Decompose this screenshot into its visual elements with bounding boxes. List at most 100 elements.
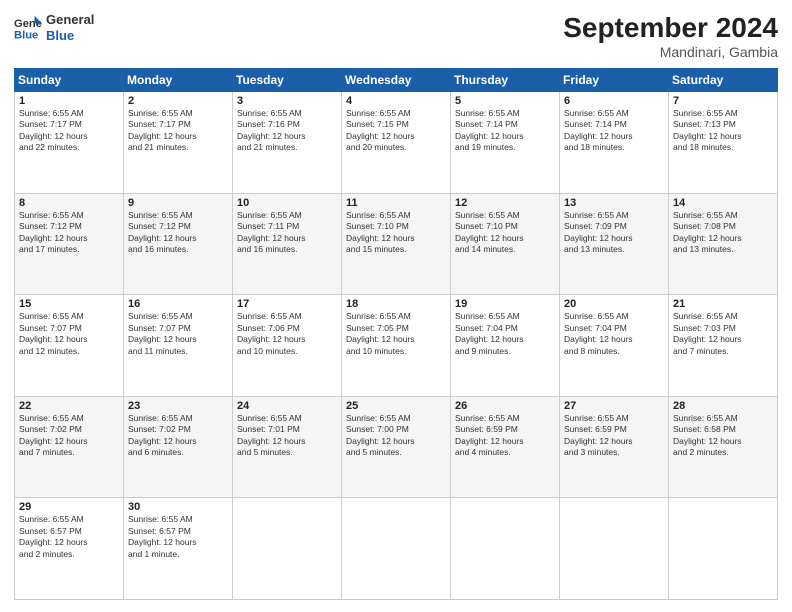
page: General Blue General Blue September 2024… [0,0,792,612]
calendar-cell [451,498,560,600]
calendar-cell: 29Sunrise: 6:55 AM Sunset: 6:57 PM Dayli… [15,498,124,600]
day-info: Sunrise: 6:55 AM Sunset: 6:57 PM Dayligh… [19,514,119,560]
day-info: Sunrise: 6:55 AM Sunset: 7:15 PM Dayligh… [346,108,446,154]
day-info: Sunrise: 6:55 AM Sunset: 6:59 PM Dayligh… [455,413,555,459]
day-info: Sunrise: 6:55 AM Sunset: 7:16 PM Dayligh… [237,108,337,154]
day-info: Sunrise: 6:55 AM Sunset: 7:07 PM Dayligh… [19,311,119,357]
day-number: 26 [455,400,555,412]
calendar-cell: 22Sunrise: 6:55 AM Sunset: 7:02 PM Dayli… [15,396,124,498]
calendar-table: SundayMondayTuesdayWednesdayThursdayFrid… [14,68,778,600]
day-number: 4 [346,95,446,107]
calendar-cell: 28Sunrise: 6:55 AM Sunset: 6:58 PM Dayli… [669,396,778,498]
day-info: Sunrise: 6:55 AM Sunset: 7:08 PM Dayligh… [673,210,773,256]
calendar-week-4: 22 Sunrise: 6:55 AM Sunset: 7:02 PM Dayli… [15,396,778,498]
calendar-cell: 17Sunrise: 6:55 AM Sunset: 7:06 PM Dayli… [233,295,342,397]
title-block: September 2024 Mandinari, Gambia [563,12,778,60]
calendar-header-row: SundayMondayTuesdayWednesdayThursdayFrid… [15,69,778,92]
day-info: Sunrise: 6:55 AM Sunset: 7:11 PM Dayligh… [237,210,337,256]
month-title: September 2024 [563,12,778,44]
day-info: Sunrise: 6:55 AM Sunset: 7:12 PM Dayligh… [128,210,228,256]
calendar-cell: 3Sunrise: 6:55 AM Sunset: 7:16 PM Daylig… [233,92,342,194]
day-info: Sunrise: 6:55 AM Sunset: 6:57 PM Dayligh… [128,514,228,560]
calendar-cell: 13Sunrise: 6:55 AM Sunset: 7:09 PM Dayli… [560,193,669,295]
calendar-cell [233,498,342,600]
day-number: 7 [673,95,773,107]
calendar-cell [560,498,669,600]
calendar-cell: 14Sunrise: 6:55 AM Sunset: 7:08 PM Dayli… [669,193,778,295]
calendar-cell: 8Sunrise: 6:55 AM Sunset: 7:12 PM Daylig… [15,193,124,295]
col-header-thursday: Thursday [451,69,560,92]
calendar-cell: 20Sunrise: 6:55 AM Sunset: 7:04 PM Dayli… [560,295,669,397]
day-number: 17 [237,298,337,310]
day-number: 29 [19,501,119,513]
calendar-week-3: 15Sunrise: 6:55 AM Sunset: 7:07 PM Dayli… [15,295,778,397]
day-number: 27 [564,400,664,412]
day-number: 19 [455,298,555,310]
calendar-cell: 18Sunrise: 6:55 AM Sunset: 7:05 PM Dayli… [342,295,451,397]
calendar-cell: 12Sunrise: 6:55 AM Sunset: 7:10 PM Dayli… [451,193,560,295]
calendar-cell [669,498,778,600]
day-number: 20 [564,298,664,310]
day-info: Sunrise: 6:55 AM Sunset: 7:13 PM Dayligh… [673,108,773,154]
calendar-cell: 27Sunrise: 6:55 AM Sunset: 6:59 PM Dayli… [560,396,669,498]
calendar-week-5: 29Sunrise: 6:55 AM Sunset: 6:57 PM Dayli… [15,498,778,600]
day-info: Sunrise: 6:55 AM Sunset: 7:17 PM Dayligh… [19,108,119,154]
day-number: 16 [128,298,228,310]
location: Mandinari, Gambia [563,44,778,60]
day-info: Sunrise: 6:55 AM Sunset: 7:02 PM Dayligh… [128,413,228,459]
logo-general: General [46,12,94,28]
day-info: Sunrise: 6:55 AM Sunset: 7:10 PM Dayligh… [346,210,446,256]
day-number: 15 [19,298,119,310]
day-number: 6 [564,95,664,107]
calendar-cell: 19Sunrise: 6:55 AM Sunset: 7:04 PM Dayli… [451,295,560,397]
day-number: 28 [673,400,773,412]
day-number: 22 [19,400,119,412]
calendar-cell: 2Sunrise: 6:55 AM Sunset: 7:17 PM Daylig… [124,92,233,194]
day-info: Sunrise: 6:55 AM Sunset: 7:03 PM Dayligh… [673,311,773,357]
calendar-cell: 4Sunrise: 6:55 AM Sunset: 7:15 PM Daylig… [342,92,451,194]
calendar-cell: 26Sunrise: 6:55 AM Sunset: 6:59 PM Dayli… [451,396,560,498]
day-number: 3 [237,95,337,107]
day-info: Sunrise: 6:55 AM Sunset: 7:04 PM Dayligh… [455,311,555,357]
logo-icon: General Blue [14,14,42,42]
col-header-wednesday: Wednesday [342,69,451,92]
day-info: Sunrise: 6:55 AM Sunset: 7:09 PM Dayligh… [564,210,664,256]
day-info: Sunrise: 6:55 AM Sunset: 7:10 PM Dayligh… [455,210,555,256]
day-number: 13 [564,197,664,209]
calendar-cell: 6Sunrise: 6:55 AM Sunset: 7:14 PM Daylig… [560,92,669,194]
calendar-cell: 30Sunrise: 6:55 AM Sunset: 6:57 PM Dayli… [124,498,233,600]
calendar-cell: 16Sunrise: 6:55 AM Sunset: 7:07 PM Dayli… [124,295,233,397]
calendar-cell: 15Sunrise: 6:55 AM Sunset: 7:07 PM Dayli… [15,295,124,397]
calendar-week-2: 8 Sunrise: 6:55 AM Sunset: 7:12 PM Daylig… [15,193,778,295]
calendar-cell: 21Sunrise: 6:55 AM Sunset: 7:03 PM Dayli… [669,295,778,397]
day-info: Sunrise: 6:55 AM Sunset: 7:17 PM Dayligh… [128,108,228,154]
day-number: 12 [455,197,555,209]
day-info: Sunrise: 6:55 AM Sunset: 7:01 PM Dayligh… [237,413,337,459]
day-info: Sunrise: 6:55 AM Sunset: 7:05 PM Dayligh… [346,311,446,357]
day-number: 8 [19,197,119,209]
calendar-cell: 7Sunrise: 6:55 AM Sunset: 7:13 PM Daylig… [669,92,778,194]
day-number: 11 [346,197,446,209]
calendar-cell [342,498,451,600]
calendar-cell: 25Sunrise: 6:55 AM Sunset: 7:00 PM Dayli… [342,396,451,498]
day-info: Sunrise: 6:55 AM Sunset: 7:14 PM Dayligh… [564,108,664,154]
day-number: 10 [237,197,337,209]
day-number: 23 [128,400,228,412]
day-number: 5 [455,95,555,107]
day-number: 21 [673,298,773,310]
col-header-sunday: Sunday [15,69,124,92]
day-number: 14 [673,197,773,209]
logo-blue: Blue [46,28,94,44]
header: General Blue General Blue September 2024… [14,12,778,60]
col-header-friday: Friday [560,69,669,92]
day-info: Sunrise: 6:55 AM Sunset: 6:59 PM Dayligh… [564,413,664,459]
day-number: 25 [346,400,446,412]
day-number: 18 [346,298,446,310]
day-info: Sunrise: 6:55 AM Sunset: 6:58 PM Dayligh… [673,413,773,459]
svg-text:Blue: Blue [14,29,38,41]
day-info: Sunrise: 6:55 AM Sunset: 7:06 PM Dayligh… [237,311,337,357]
col-header-monday: Monday [124,69,233,92]
day-number: 1 [19,95,119,107]
calendar-cell: 1Sunrise: 6:55 AM Sunset: 7:17 PM Daylig… [15,92,124,194]
day-number: 9 [128,197,228,209]
